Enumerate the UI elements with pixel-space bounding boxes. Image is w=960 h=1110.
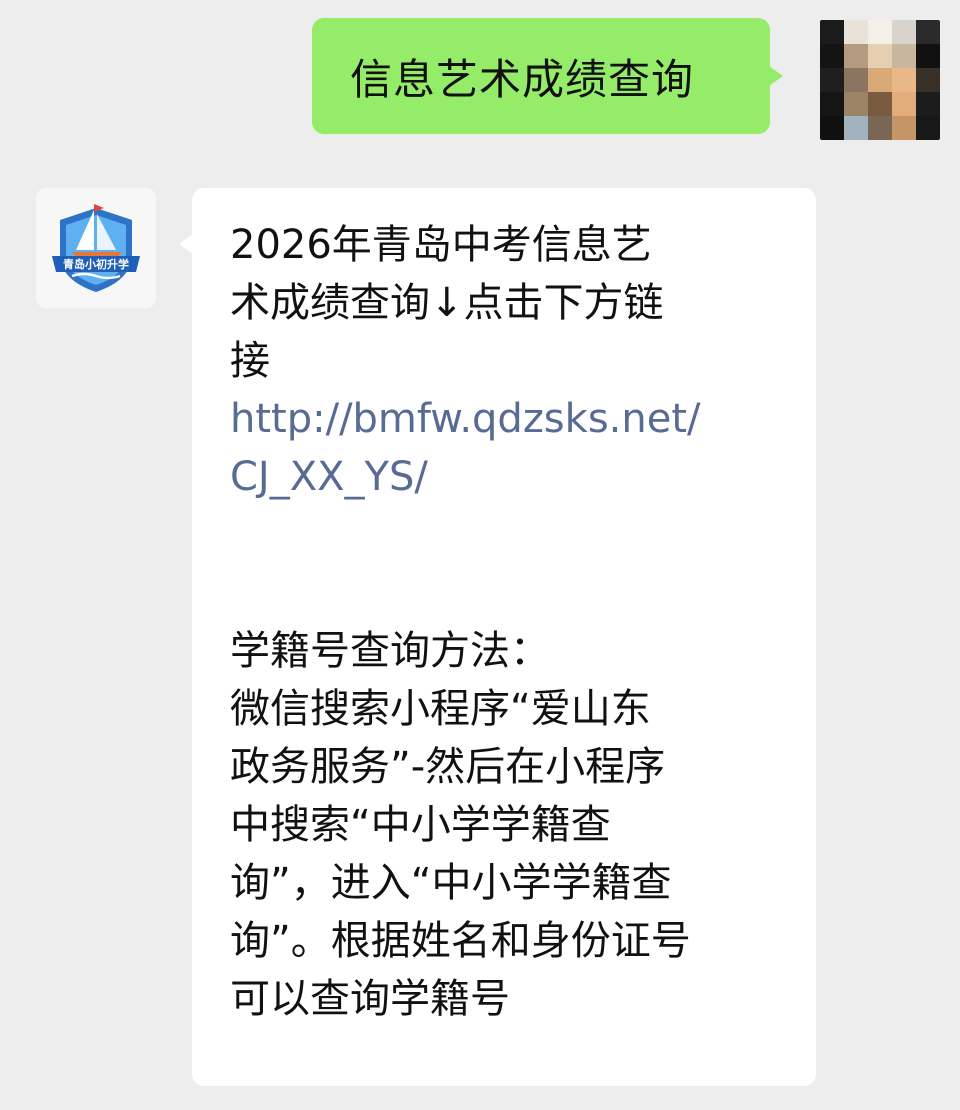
message-line: 接 — [230, 338, 270, 384]
avatar-pixel — [844, 44, 868, 68]
message-line: 微信搜索小程序“爱山东 — [230, 686, 651, 732]
avatar-pixel — [892, 44, 916, 68]
avatar-pixel — [820, 20, 844, 44]
avatar-pixel — [868, 20, 892, 44]
message-line: 政务服务”-然后在小程序 — [230, 744, 666, 790]
message-link[interactable]: CJ_XX_YS/ — [230, 448, 786, 506]
avatar-pixel — [820, 68, 844, 92]
avatar-pixel — [820, 92, 844, 116]
avatar-pixel — [916, 44, 940, 68]
avatar-pixel — [892, 68, 916, 92]
sailboat-shield-logo-icon: 青岛小初升学 — [52, 204, 140, 292]
avatar-pixel — [916, 20, 940, 44]
incoming-message-bubble[interactable]: 2026年青岛中考信息艺 术成绩查询↓点击下方链 接 http://bmfw.q… — [179, 188, 816, 1086]
message-line: 询”。根据姓名和身份证号 — [230, 918, 691, 964]
avatar-pixel — [820, 44, 844, 68]
avatar-pixel — [868, 116, 892, 140]
outgoing-message-bubble[interactable]: 信息艺术成绩查询 — [312, 18, 783, 134]
avatar-pixel — [916, 92, 940, 116]
message-line: 术成绩查询↓点击下方链 — [230, 280, 664, 326]
avatar-pixel — [844, 92, 868, 116]
user-avatar[interactable] — [820, 20, 940, 140]
avatar-pixel — [892, 20, 916, 44]
avatar-pixel — [844, 68, 868, 92]
message-line: 中搜索“中小学学籍查 — [230, 802, 611, 848]
avatar-label: 青岛小初升学 — [63, 257, 129, 271]
avatar-pixel — [844, 20, 868, 44]
avatar-pixel — [868, 68, 892, 92]
message-line: 询”，进入“中小学学籍查 — [230, 860, 672, 906]
message-link[interactable]: http://bmfw.qdzsks.net/ — [230, 390, 786, 448]
message-line: 2026年青岛中考信息艺 — [230, 222, 652, 268]
message-line: 学籍号查询方法： — [230, 628, 550, 674]
avatar-pixel — [916, 116, 940, 140]
avatar-pixel — [892, 92, 916, 116]
avatar-pixel — [892, 116, 916, 140]
message-line: 可以查询学籍号 — [230, 976, 510, 1022]
avatar-pixel — [820, 116, 844, 140]
outgoing-message-text: 信息艺术成绩查询 — [350, 54, 695, 104]
message-blank-space — [230, 506, 786, 622]
avatar-pixel — [868, 44, 892, 68]
account-avatar[interactable]: 青岛小初升学 — [36, 188, 156, 308]
avatar-pixel — [844, 116, 868, 140]
avatar-pixel — [916, 68, 940, 92]
avatar-pixel — [868, 92, 892, 116]
